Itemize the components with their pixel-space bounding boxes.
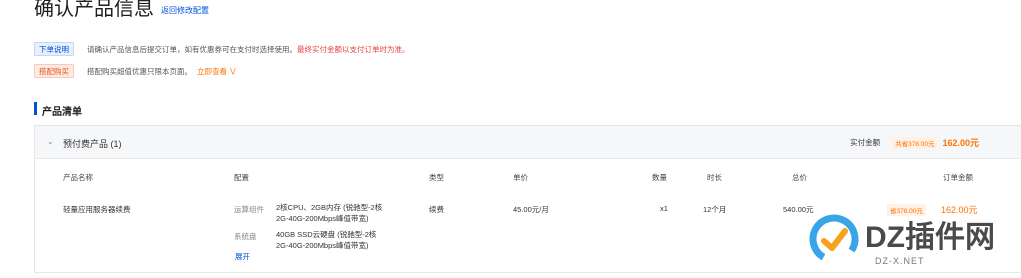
col-header-total: 总价 bbox=[792, 173, 807, 182]
row-unit-price: 45.00元/月 bbox=[513, 205, 549, 214]
paid-amount: 162.00元 bbox=[942, 138, 979, 148]
config-value-disk-line2: 2G-40G-200Mbps峰值带宽) bbox=[276, 241, 369, 250]
col-header-duration: 时长 bbox=[707, 173, 722, 182]
config-label-disk: 系统盘 bbox=[234, 232, 257, 241]
view-now-link[interactable]: 立即查看 bbox=[197, 66, 227, 77]
config-value-disk-line1: 40GB SSD云硬盘 (锐驰型-2核 bbox=[276, 230, 377, 239]
saved-badge: 共省378.00元 bbox=[892, 136, 938, 149]
group-header: ⌄ 预付费产品 (1) 实付金额 共省378.00元 162.00元 bbox=[35, 126, 1021, 159]
config-value-compute-line2: 2G-40G-200Mbps峰值带宽) bbox=[276, 214, 369, 223]
watermark-title: DZ插件网 bbox=[865, 221, 995, 254]
expand-config-link[interactable]: 展开 bbox=[235, 251, 250, 262]
watermark: DZ插件网 DZ-X.NET bbox=[809, 212, 1017, 274]
order-notice-highlight: 最终实付金额以支付订单时为准。 bbox=[297, 44, 410, 54]
back-to-config-link[interactable]: 返回修改配置 bbox=[161, 5, 209, 16]
section-title: 产品清单 bbox=[42, 107, 82, 118]
col-header-unit-price: 单价 bbox=[513, 173, 528, 182]
section-accent-bar bbox=[34, 102, 37, 115]
bundle-notice: 搭配购买 搭配购买超值优惠只限本页面。 立即查看 ⋁ bbox=[34, 64, 236, 78]
group-summary: 实付金额 共省378.00元 162.00元 bbox=[850, 136, 979, 149]
row-type: 续费 bbox=[429, 205, 444, 214]
config-label-compute: 运算组件 bbox=[234, 205, 264, 214]
dz-logo-icon bbox=[809, 214, 859, 264]
chevron-down-icon[interactable]: ⌄ bbox=[47, 137, 54, 146]
bundle-notice-tag: 搭配购买 bbox=[34, 64, 74, 78]
order-notice: 下单说明 请确认产品信息后提交订单，如有优惠券可在支付时选择使用。 最终实付金额… bbox=[34, 42, 410, 56]
bundle-notice-text: 搭配购买超值优惠只限本页面。 bbox=[87, 66, 192, 76]
col-header-type: 类型 bbox=[429, 173, 444, 182]
product-name: 轻量应用服务器续费 bbox=[63, 205, 131, 214]
group-title: 预付费产品 (1) bbox=[63, 139, 122, 149]
col-header-name: 产品名称 bbox=[63, 173, 93, 182]
row-quantity: x1 bbox=[660, 204, 668, 213]
config-value-compute-line1: 2核CPU、2GB内存 (锐驰型-2核 bbox=[276, 203, 383, 212]
page-title: 确认产品信息 bbox=[34, 0, 154, 20]
paid-label: 实付金额 bbox=[850, 138, 881, 147]
watermark-url: DZ-X.NET bbox=[875, 256, 925, 266]
order-notice-text: 请确认产品信息后提交订单，如有优惠券可在支付时选择使用。 bbox=[87, 44, 297, 54]
col-header-quantity: 数量 bbox=[652, 173, 667, 182]
col-header-order-amount: 订单金额 bbox=[943, 173, 973, 182]
double-chevron-down-icon[interactable]: ⋁ bbox=[230, 67, 236, 75]
row-duration: 12个月 bbox=[703, 205, 727, 214]
col-header-config: 配置 bbox=[234, 173, 249, 182]
order-notice-tag: 下单说明 bbox=[34, 42, 74, 56]
